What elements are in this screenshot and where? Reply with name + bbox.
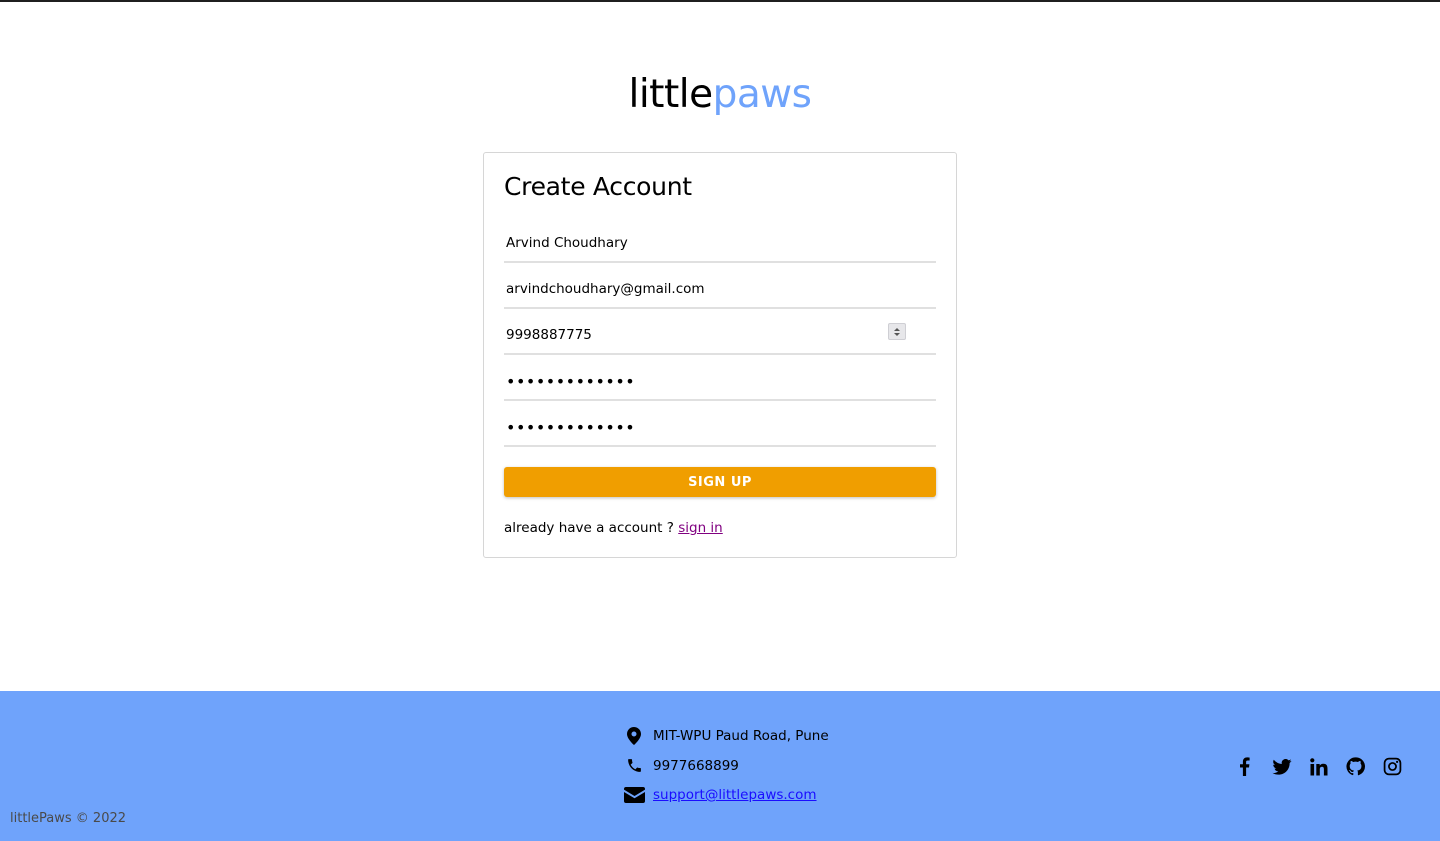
number-spinner[interactable] bbox=[888, 323, 906, 340]
contact-email: support@littlepaws.com bbox=[623, 787, 817, 803]
phone-text: 9977668899 bbox=[653, 757, 739, 774]
email-input[interactable] bbox=[504, 271, 936, 307]
sign-up-button[interactable]: SIGN UP bbox=[504, 467, 936, 497]
password-input[interactable] bbox=[504, 363, 936, 399]
phone-icon bbox=[623, 757, 645, 774]
linkedin-icon[interactable] bbox=[1308, 756, 1329, 777]
spinner-down-icon[interactable] bbox=[894, 332, 900, 336]
footer: MIT-WPU Paud Road, Pune 9977668899 suppo… bbox=[0, 691, 1440, 841]
top-border bbox=[0, 0, 1440, 2]
confirm-password-input[interactable] bbox=[504, 409, 936, 445]
phone-input[interactable] bbox=[504, 317, 936, 353]
spinner-up-icon[interactable] bbox=[894, 327, 900, 331]
signin-prompt-text: already have a account ? bbox=[504, 520, 674, 536]
contact-phone: 9977668899 bbox=[623, 757, 739, 774]
envelope-icon bbox=[623, 787, 645, 803]
brand-logo: littlepaws bbox=[0, 70, 1440, 120]
logo-text-little: little bbox=[628, 72, 714, 117]
confirm-password-field-wrapper bbox=[504, 409, 936, 447]
email-field-wrapper bbox=[504, 271, 936, 309]
contact-address: MIT-WPU Paud Road, Pune bbox=[623, 727, 829, 745]
sign-in-link[interactable]: sign in bbox=[678, 520, 723, 536]
form-title: Create Account bbox=[504, 172, 692, 201]
name-input[interactable] bbox=[504, 225, 936, 261]
social-links bbox=[1234, 756, 1403, 777]
signup-card: Create Account SIGN UP already have a ac… bbox=[483, 152, 957, 558]
github-icon[interactable] bbox=[1345, 756, 1366, 777]
support-email-link[interactable]: support@littlepaws.com bbox=[653, 787, 817, 803]
phone-field-wrapper bbox=[504, 317, 936, 355]
instagram-icon[interactable] bbox=[1382, 756, 1403, 777]
copyright-text: littlePaws © 2022 bbox=[10, 811, 127, 826]
address-text: MIT-WPU Paud Road, Pune bbox=[653, 728, 829, 744]
facebook-icon[interactable] bbox=[1234, 756, 1255, 777]
signin-prompt-row: already have a account ? sign in bbox=[504, 520, 723, 536]
password-field-wrapper bbox=[504, 363, 936, 401]
logo-text-paws: paws bbox=[712, 72, 812, 117]
name-field-wrapper bbox=[504, 225, 936, 263]
twitter-icon[interactable] bbox=[1271, 756, 1292, 777]
location-pin-icon bbox=[623, 727, 645, 745]
